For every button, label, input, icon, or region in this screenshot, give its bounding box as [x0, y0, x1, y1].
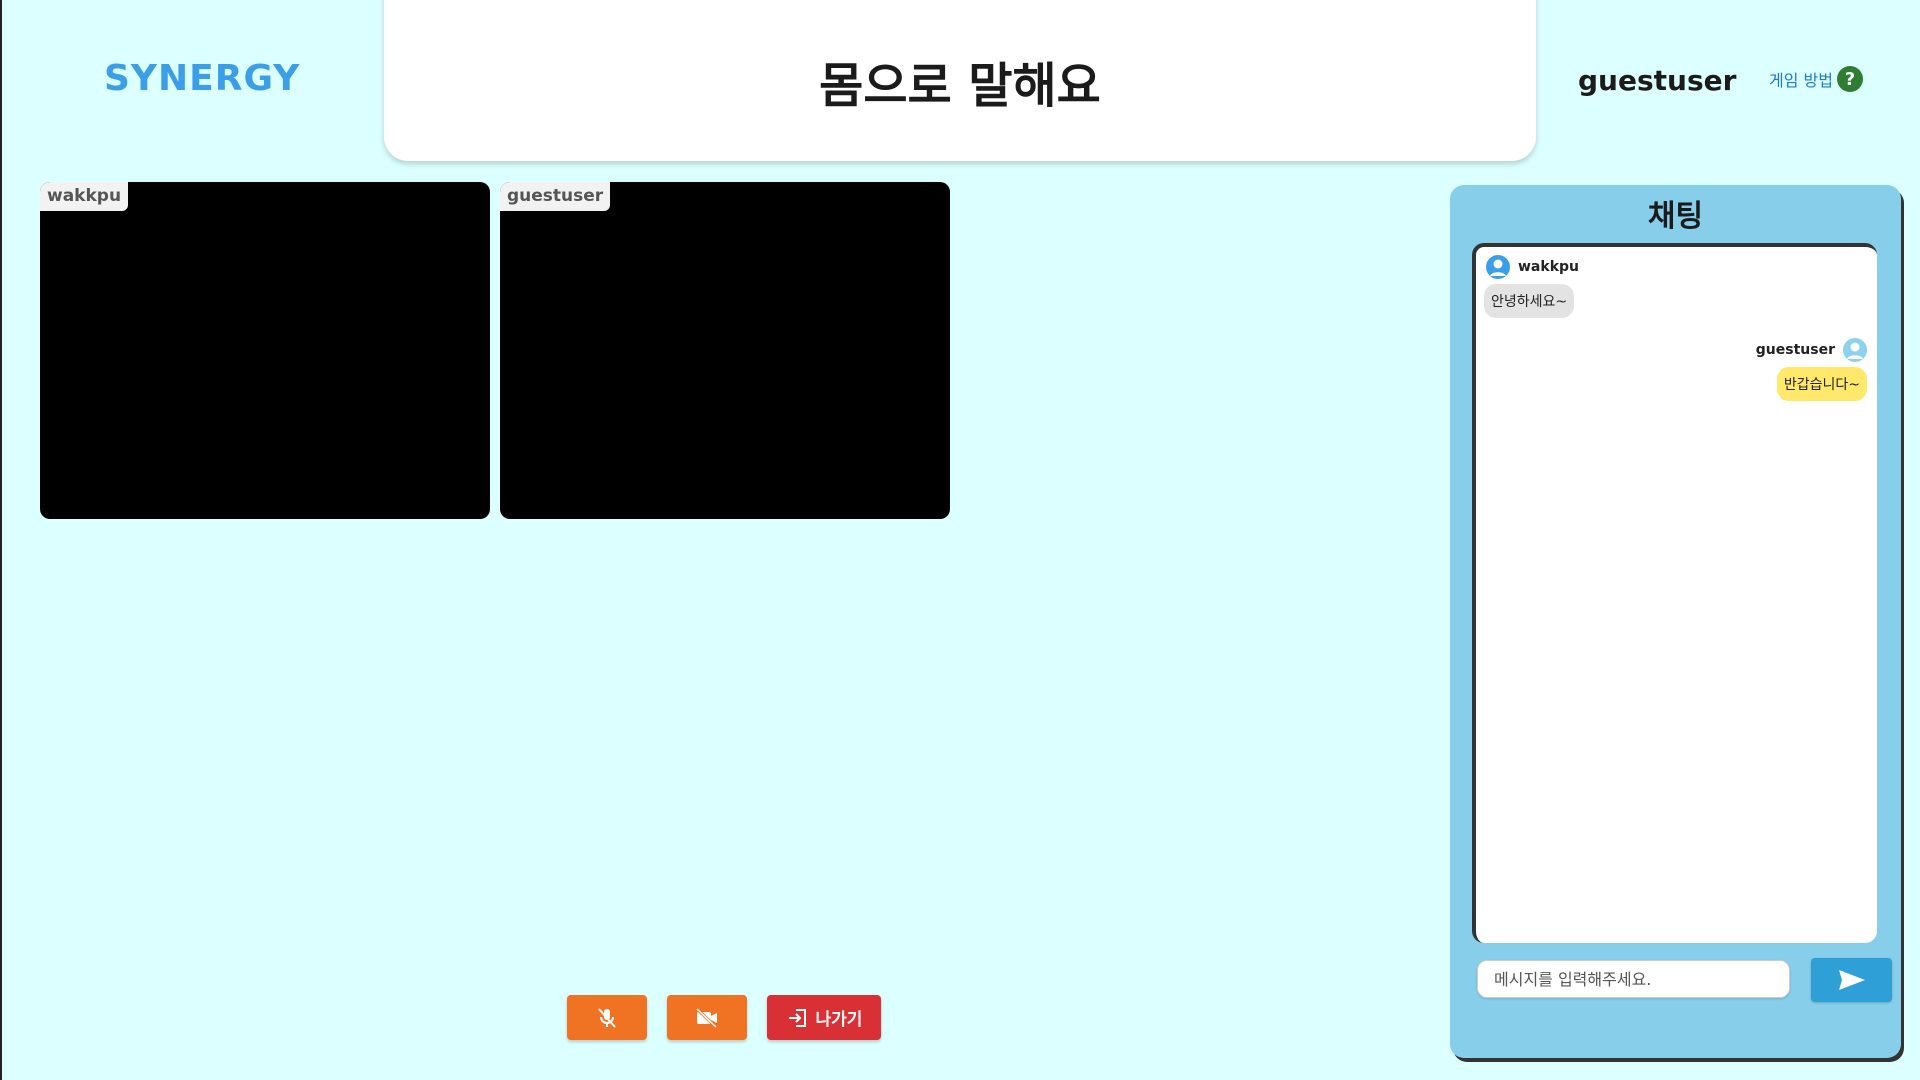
send-button[interactable]	[1811, 958, 1892, 1002]
game-title-card: 몸으로 말해요	[384, 0, 1536, 161]
leave-button[interactable]: 나가기	[767, 995, 881, 1040]
app-logo[interactable]: SYNERGY	[104, 58, 300, 99]
message-bubble: 안녕하세요~	[1484, 284, 1575, 318]
user-avatar-icon	[1486, 255, 1510, 279]
mic-off-icon	[598, 1007, 616, 1028]
message-header: wakkpu	[1486, 255, 1579, 279]
leave-label: 나가기	[815, 1010, 863, 1030]
message-header: guestuser	[1756, 338, 1867, 362]
camera-toggle-button[interactable]	[667, 995, 747, 1040]
message-sender: wakkpu	[1518, 259, 1579, 275]
message-sender: guestuser	[1755, 342, 1835, 358]
chat-title: 채팅	[1647, 199, 1704, 234]
send-icon	[1838, 970, 1865, 990]
video-label: guestuser	[500, 182, 611, 211]
chat-panel: 채팅 wakkpu 안녕하세요~ guestuser 반갑습니다~	[1450, 185, 1901, 1058]
video-label: wakkpu	[40, 182, 129, 211]
current-username: guestuser	[1578, 64, 1737, 97]
game-title: 몸으로 말해요	[819, 57, 1101, 114]
left-border	[0, 0, 2, 1080]
how-to-play-label: 게임 방법	[1769, 71, 1833, 90]
video-tile-wakkpu: wakkpu	[40, 182, 490, 519]
user-avatar-icon	[1843, 338, 1867, 362]
chat-message-list[interactable]: wakkpu 안녕하세요~ guestuser 반갑습니다~	[1472, 243, 1877, 943]
camera-off-icon	[695, 1007, 718, 1028]
mic-toggle-button[interactable]	[567, 995, 647, 1040]
how-to-play-link[interactable]: 게임 방법 ?	[1769, 66, 1863, 92]
question-circle-icon: ?	[1836, 66, 1863, 92]
video-tile-guestuser: guestuser	[500, 182, 950, 519]
message-bubble: 반갑습니다~	[1776, 367, 1867, 401]
chat-input[interactable]	[1477, 960, 1790, 998]
media-controls: 나가기	[567, 995, 881, 1040]
exit-icon	[788, 1008, 806, 1027]
